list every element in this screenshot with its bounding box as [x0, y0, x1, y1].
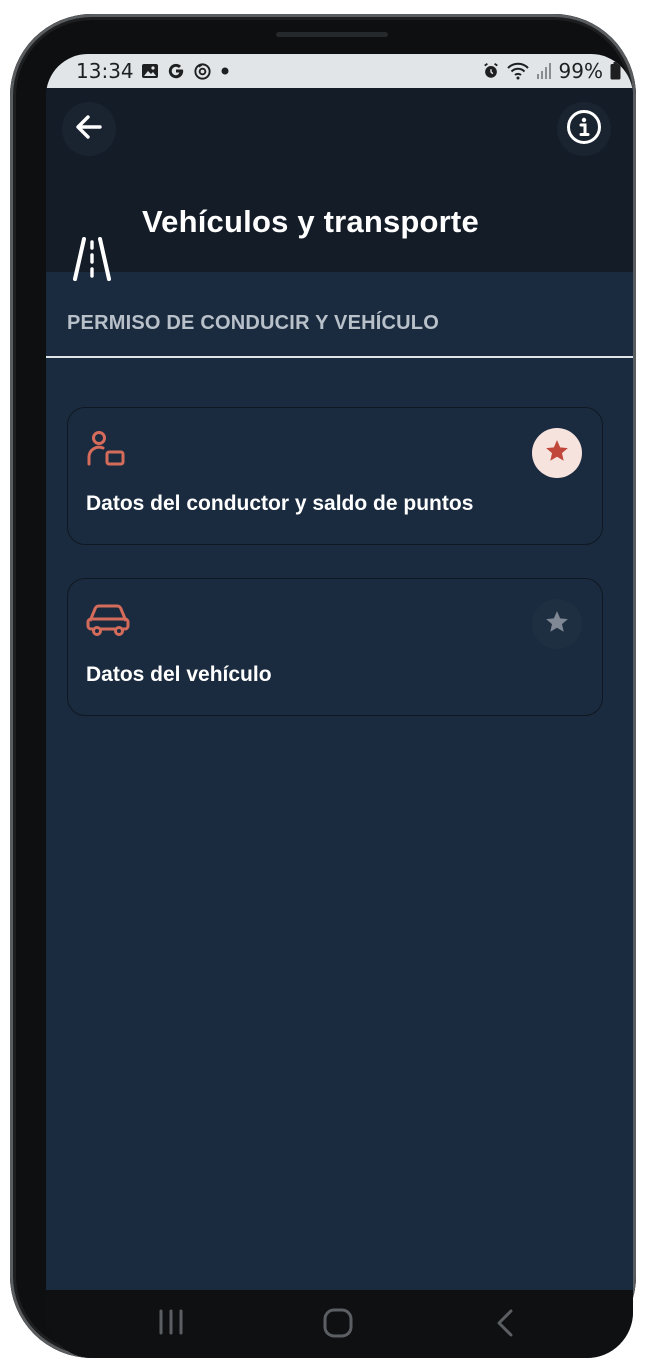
status-bar: 13:34 99% — [46, 54, 633, 88]
status-right: 99% — [482, 59, 621, 83]
favorite-button[interactable] — [532, 428, 582, 478]
signal-icon — [536, 62, 552, 80]
recent-apps-icon — [156, 1308, 186, 1341]
google-icon — [166, 61, 186, 81]
section-title: PERMISO DE CONDUCIR Y VEHÍCULO — [67, 312, 439, 334]
driver-icon — [86, 430, 126, 473]
page-title: Vehículos y transporte — [142, 204, 479, 239]
card-label: Datos del conductor y saldo de puntos — [86, 492, 474, 515]
dot-icon — [219, 65, 231, 77]
status-left: 13:34 — [76, 59, 231, 83]
nav-back-button[interactable] — [494, 1308, 516, 1343]
info-icon — [566, 109, 602, 150]
favorite-button[interactable] — [532, 599, 582, 649]
star-filled-icon — [544, 438, 570, 469]
driver-data-card[interactable]: Datos del conductor y saldo de puntos — [67, 407, 603, 545]
app-header: Vehículos y transporte — [46, 88, 633, 281]
status-time: 13:34 — [76, 59, 134, 83]
road-icon — [72, 236, 112, 287]
system-nav-bar — [46, 1290, 633, 1358]
info-button[interactable] — [557, 102, 611, 156]
card-label: Datos del vehículo — [86, 663, 272, 686]
home-icon — [322, 1308, 354, 1343]
arrow-left-icon — [75, 114, 103, 145]
battery-level: 99% — [558, 59, 603, 83]
back-button[interactable] — [62, 102, 116, 156]
recent-apps-button[interactable] — [156, 1308, 186, 1341]
screen: 13:34 99% Vehículos y transporte PERMISO… — [46, 54, 633, 1358]
sync-icon — [193, 62, 212, 81]
alarm-icon — [482, 62, 500, 80]
speaker-grille — [276, 32, 388, 37]
battery-icon — [610, 62, 621, 80]
star-outline-icon — [544, 609, 570, 640]
car-icon — [86, 601, 130, 642]
gallery-icon — [141, 62, 159, 80]
wifi-icon — [506, 62, 529, 80]
phone-frame: 13:34 99% Vehículos y transporte PERMISO… — [10, 14, 636, 1358]
section-divider — [46, 356, 633, 358]
vehicle-data-card[interactable]: Datos del vehículo — [67, 578, 603, 716]
back-icon — [494, 1308, 516, 1343]
home-button[interactable] — [322, 1308, 354, 1343]
